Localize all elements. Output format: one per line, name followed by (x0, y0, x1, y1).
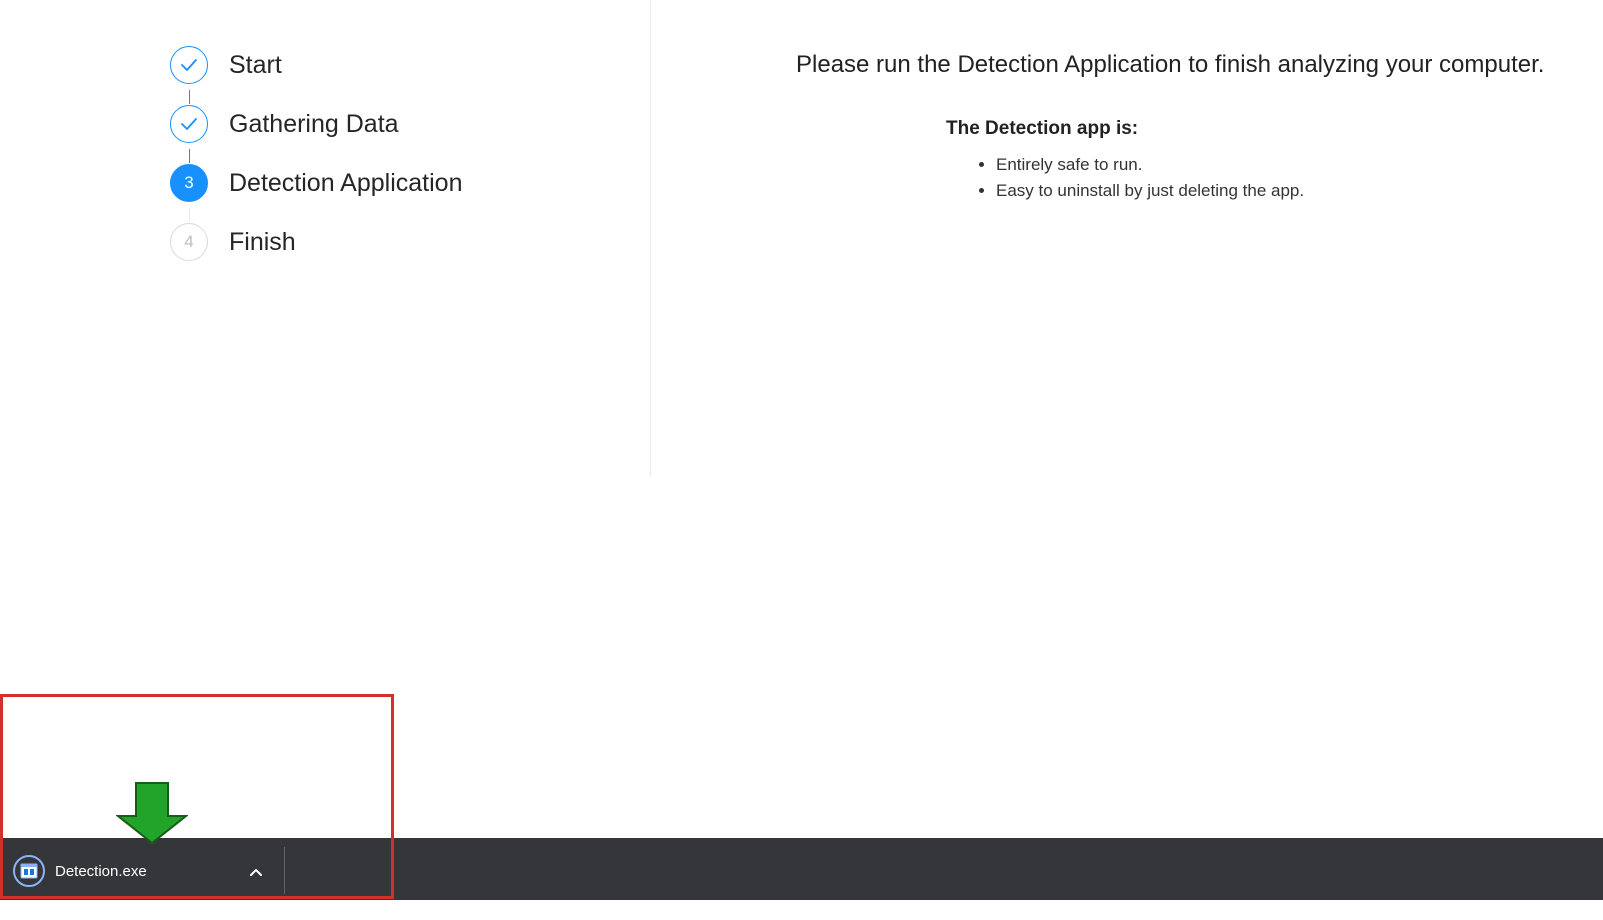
step-number-badge: 4 (170, 223, 208, 261)
step-detection-application: 3 Detection Application (170, 164, 610, 206)
checkmark-icon (181, 118, 197, 130)
step-number-badge: 3 (170, 164, 208, 202)
down-arrow-icon (116, 782, 188, 844)
step-gathering-data: Gathering Data (170, 105, 610, 147)
window-icon (20, 863, 38, 879)
page-heading: Please run the Detection Application to … (796, 51, 1545, 78)
executable-file-icon (13, 855, 45, 887)
step-label: Gathering Data (229, 110, 399, 138)
step-label: Detection Application (229, 169, 463, 197)
step-connector (189, 90, 190, 104)
info-list: Entirely safe to run. Easy to uninstall … (946, 152, 1304, 204)
step-complete-check-icon (170, 46, 208, 84)
list-item: Entirely safe to run. (996, 152, 1304, 178)
step-connector (189, 149, 190, 163)
step-finish: 4 Finish (170, 223, 610, 265)
vertical-divider (650, 0, 651, 476)
chevron-up-icon[interactable] (244, 862, 268, 882)
step-label: Finish (229, 228, 296, 256)
download-filename: Detection.exe (55, 863, 147, 880)
step-start: Start (170, 46, 610, 88)
download-bar: Detection.exe (0, 838, 1603, 900)
page: Start Gathering Data 3 Detection Applica… (0, 0, 1603, 920)
download-separator (284, 847, 285, 894)
checkmark-icon (181, 59, 197, 71)
step-label: Start (229, 51, 282, 79)
info-title: The Detection app is: (946, 118, 1139, 139)
info-section: The Detection app is: Entirely safe to r… (946, 116, 1304, 204)
step-connector (189, 208, 190, 222)
step-complete-check-icon (170, 105, 208, 143)
download-item[interactable]: Detection.exe (0, 838, 284, 900)
list-item: Easy to uninstall by just deleting the a… (996, 178, 1304, 204)
